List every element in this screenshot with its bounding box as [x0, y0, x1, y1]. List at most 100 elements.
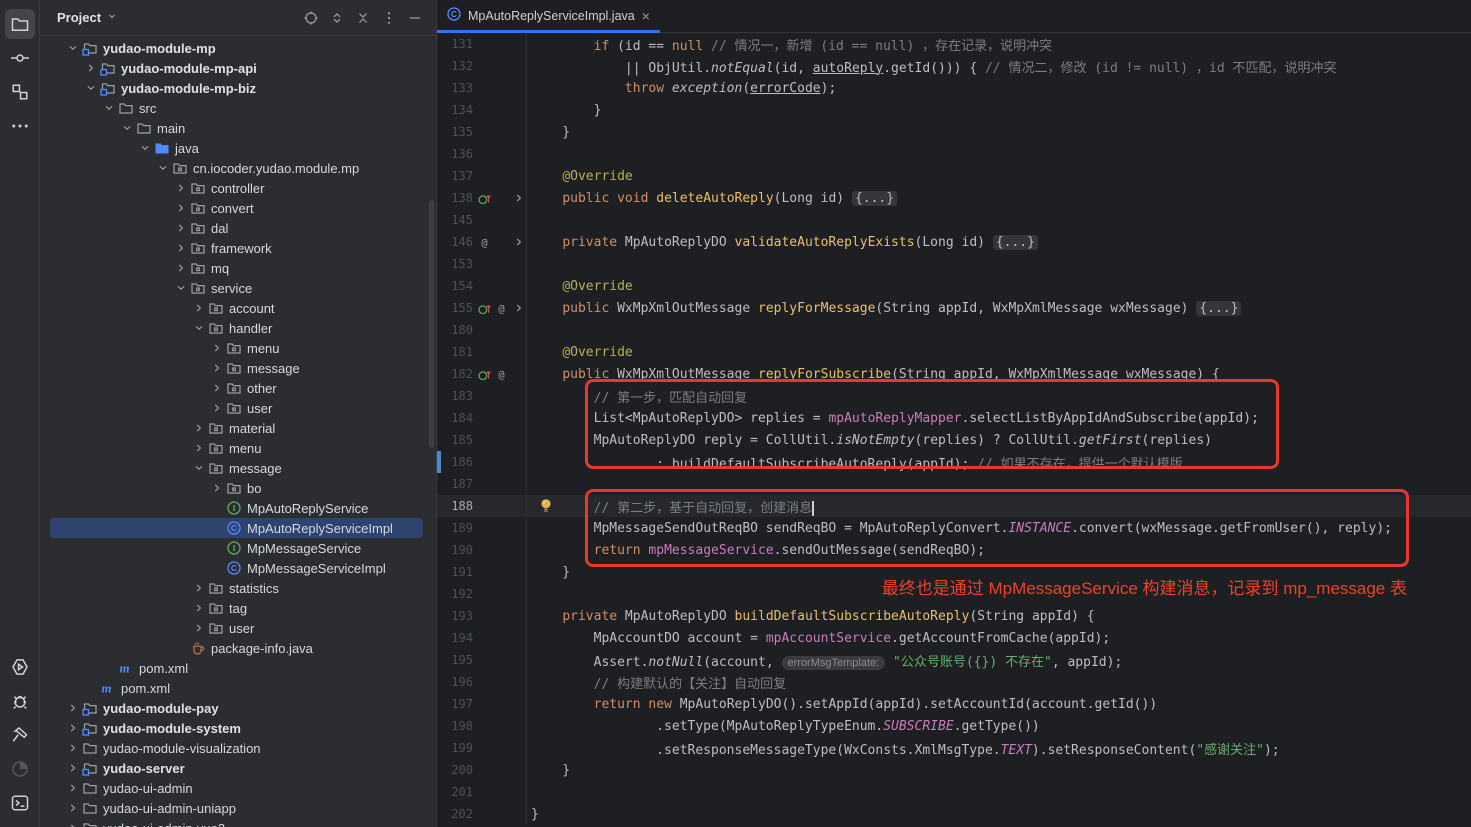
code-line-183[interactable]: 183 // 第一步，匹配自动回复	[437, 385, 1471, 407]
close-icon[interactable]: ×	[642, 9, 650, 23]
chevron-right-icon[interactable]	[64, 720, 81, 736]
tab-mpautoreplyserviceimpl[interactable]: C MpAutoReplyServiceImpl.java ×	[437, 0, 660, 32]
tree-item-user[interactable]: user	[50, 398, 423, 418]
code-line-146[interactable]: 146@ private MpAutoReplyDO validateAutoR…	[437, 231, 1471, 253]
tree-item-framework[interactable]: framework	[50, 238, 423, 258]
fold-arrow-icon[interactable]	[511, 297, 527, 319]
fold-arrow-icon[interactable]	[511, 231, 527, 253]
chevron-right-icon[interactable]	[190, 620, 207, 636]
tree-item-mpautoreplyserviceimpl[interactable]: CMpAutoReplyServiceImpl	[50, 518, 423, 538]
code-line-189[interactable]: 189 MpMessageSendOutReqBO sendReqBO = Mp…	[437, 517, 1471, 539]
project-tree-scrollbar[interactable]	[429, 200, 434, 448]
code-editor[interactable]: 131 if (id == null // 情况一，新增 (id == null…	[437, 33, 1471, 827]
code-line-182[interactable]: 182@ public WxMpXmlOutMessage replyForSu…	[437, 363, 1471, 385]
tree-item-mq[interactable]: mq	[50, 258, 423, 278]
code-line-136[interactable]: 136	[437, 143, 1471, 165]
debug-icon[interactable]	[5, 686, 35, 716]
chevron-down-icon[interactable]	[154, 160, 171, 176]
tree-item-pom-xml[interactable]: mpom.xml	[50, 678, 423, 698]
code-line-185[interactable]: 185 MpAutoReplyDO reply = CollUtil.isNot…	[437, 429, 1471, 451]
tree-item-account[interactable]: account	[50, 298, 423, 318]
tree-item-src[interactable]: src	[50, 98, 423, 118]
tree-item-handler[interactable]: handler	[50, 318, 423, 338]
locate-icon[interactable]	[298, 5, 324, 31]
tree-item-statistics[interactable]: statistics	[50, 578, 423, 598]
code-line-198[interactable]: 198 .setType(MpAutoReplyTypeEnum.SUBSCRI…	[437, 715, 1471, 737]
code-line-196[interactable]: 196 // 构建默认的【关注】自动回复	[437, 671, 1471, 693]
code-line-145[interactable]: 145	[437, 209, 1471, 231]
chevron-right-icon[interactable]	[64, 780, 81, 796]
terminal-icon[interactable]	[5, 788, 35, 818]
options-icon[interactable]	[376, 5, 402, 31]
chevron-right-icon[interactable]	[208, 340, 225, 356]
chevron-right-icon[interactable]	[172, 260, 189, 276]
profiler-icon[interactable]	[5, 754, 35, 784]
code-line-132[interactable]: 132 || ObjUtil.notEqual(id, autoReply.ge…	[437, 55, 1471, 77]
code-line-181[interactable]: 181 @Override	[437, 341, 1471, 363]
code-line-193[interactable]: 193 private MpAutoReplyDO buildDefaultSu…	[437, 605, 1471, 627]
tree-item-package-info-java[interactable]: package-info.java	[50, 638, 423, 658]
chevron-right-icon[interactable]	[208, 480, 225, 496]
hide-icon[interactable]	[402, 5, 428, 31]
tree-item-yudao-server[interactable]: yudao-server	[50, 758, 423, 778]
tree-item-yudao-module-pay[interactable]: yudao-module-pay	[50, 698, 423, 718]
chevron-right-icon[interactable]	[190, 440, 207, 456]
code-line-199[interactable]: 199 .setResponseMessageType(WxConsts.Xml…	[437, 737, 1471, 759]
tree-item-tag[interactable]: tag	[50, 598, 423, 618]
overrides-method-icon[interactable]	[476, 366, 493, 382]
build-icon[interactable]	[5, 720, 35, 750]
tree-item-message[interactable]: message	[50, 358, 423, 378]
code-line-186[interactable]: 186 : buildDefaultSubscribeAutoReply(app…	[437, 451, 1471, 473]
tree-item-yudao-module-system[interactable]: yudao-module-system	[50, 718, 423, 738]
tree-item-material[interactable]: material	[50, 418, 423, 438]
code-line-195[interactable]: 195 Assert.notNull(account, errorMsgTemp…	[437, 649, 1471, 671]
tree-item-menu[interactable]: menu	[50, 438, 423, 458]
chevron-right-icon[interactable]	[64, 740, 81, 756]
annotation-gutter-icon[interactable]: @	[493, 300, 510, 316]
code-line-197[interactable]: 197 return new MpAutoReplyDO().setAppId(…	[437, 693, 1471, 715]
code-line-188[interactable]: 188 // 第二步，基于自动回复，创建消息	[437, 495, 1471, 517]
code-line-134[interactable]: 134 }	[437, 99, 1471, 121]
code-line-153[interactable]: 153	[437, 253, 1471, 275]
chevron-right-icon[interactable]	[172, 240, 189, 256]
tree-item-yudao-module-visualization[interactable]: yudao-module-visualization	[50, 738, 423, 758]
code-line-180[interactable]: 180	[437, 319, 1471, 341]
intention-bulb-icon[interactable]	[538, 497, 554, 515]
chevron-right-icon[interactable]	[172, 200, 189, 216]
chevron-right-icon[interactable]	[64, 700, 81, 716]
tree-item-mpmessageserviceimpl[interactable]: CMpMessageServiceImpl	[50, 558, 423, 578]
tree-item-dal[interactable]: dal	[50, 218, 423, 238]
chevron-down-icon[interactable]	[106, 9, 118, 27]
tree-item-user[interactable]: user	[50, 618, 423, 638]
commit-icon[interactable]	[5, 43, 35, 73]
chevron-down-icon[interactable]	[190, 320, 207, 336]
tree-item-message[interactable]: message	[50, 458, 423, 478]
chevron-down-icon[interactable]	[172, 280, 189, 296]
tree-item-yudao-module-mp[interactable]: yudao-module-mp	[50, 38, 423, 58]
chevron-right-icon[interactable]	[190, 580, 207, 596]
overrides-method-icon[interactable]	[476, 190, 493, 206]
tree-item-yudao-module-mp-api[interactable]: yudao-module-mp-api	[50, 58, 423, 78]
chevron-right-icon[interactable]	[190, 300, 207, 316]
tree-item-yudao-ui-admin-uniapp[interactable]: yudao-ui-admin-uniapp	[50, 798, 423, 818]
chevron-right-icon[interactable]	[190, 600, 207, 616]
tree-item-mpmessageservice[interactable]: IMpMessageService	[50, 538, 423, 558]
code-line-194[interactable]: 194 MpAccountDO account = mpAccountServi…	[437, 627, 1471, 649]
chevron-right-icon[interactable]	[208, 400, 225, 416]
code-line-200[interactable]: 200 }	[437, 759, 1471, 781]
tree-item-other[interactable]: other	[50, 378, 423, 398]
tree-item-pom-xml[interactable]: mpom.xml	[50, 658, 423, 678]
run-icon[interactable]	[5, 652, 35, 682]
project-folder-icon[interactable]	[5, 9, 35, 39]
code-line-138[interactable]: 138 public void deleteAutoReply(Long id)…	[437, 187, 1471, 209]
chevron-right-icon[interactable]	[172, 220, 189, 236]
tree-item-mpautoreplyservice[interactable]: IMpAutoReplyService	[50, 498, 423, 518]
tree-item-menu[interactable]: menu	[50, 338, 423, 358]
tree-item-bo[interactable]: bo	[50, 478, 423, 498]
chevron-right-icon[interactable]	[82, 60, 99, 76]
code-line-133[interactable]: 133 throw exception(errorCode);	[437, 77, 1471, 99]
chevron-right-icon[interactable]	[64, 820, 81, 827]
code-line-184[interactable]: 184 List<MpAutoReplyDO> replies = mpAuto…	[437, 407, 1471, 429]
chevron-down-icon[interactable]	[100, 100, 117, 116]
tree-item-yudao-ui-admin-vue3[interactable]: yudao-ui-admin-vue3	[50, 818, 423, 827]
